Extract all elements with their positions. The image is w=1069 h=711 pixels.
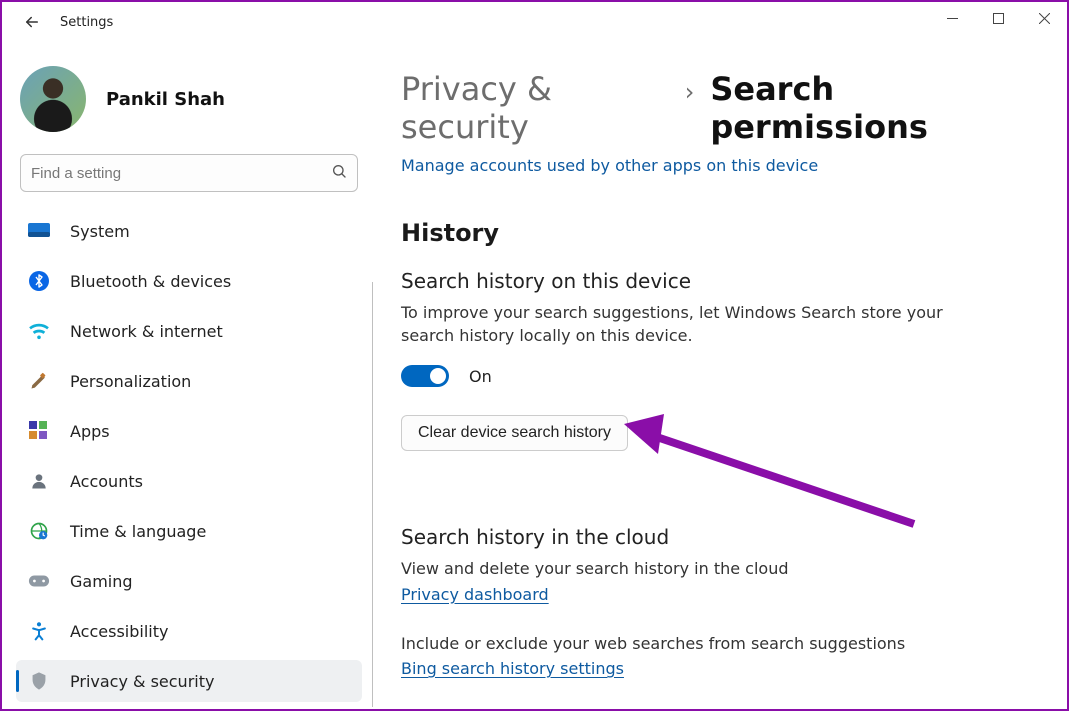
- sidebar-item-bluetooth[interactable]: Bluetooth & devices: [16, 260, 362, 302]
- user-name: Pankil Shah: [106, 89, 225, 110]
- system-icon: [28, 220, 50, 242]
- window-controls: [929, 2, 1067, 34]
- sidebar-item-time-language[interactable]: Time & language: [16, 510, 362, 552]
- sidebar-item-label: Network & internet: [70, 322, 223, 341]
- sidebar-item-label: Accounts: [70, 472, 143, 491]
- titlebar: Settings: [2, 2, 1067, 42]
- device-history-block: Search history on this device To improve…: [401, 269, 1037, 491]
- sidebar: Pankil Shah System Bluetooth & devices N…: [2, 42, 372, 709]
- avatar: [20, 66, 86, 132]
- apps-icon: [28, 420, 50, 442]
- clock-globe-icon: [28, 520, 50, 542]
- sidebar-item-accounts[interactable]: Accounts: [16, 460, 362, 502]
- sidebar-item-label: Apps: [70, 422, 110, 441]
- sidebar-item-accessibility[interactable]: Accessibility: [16, 610, 362, 652]
- wifi-icon: [28, 320, 50, 342]
- sidebar-item-label: Gaming: [70, 572, 133, 591]
- content-divider: [372, 282, 373, 707]
- shield-icon: [28, 670, 50, 692]
- bing-history-link[interactable]: Bing search history settings: [401, 659, 624, 678]
- close-button[interactable]: [1021, 2, 1067, 34]
- sidebar-item-privacy-security[interactable]: Privacy & security: [16, 660, 362, 702]
- clear-device-history-button[interactable]: Clear device search history: [401, 415, 628, 451]
- sidebar-item-label: Personalization: [70, 372, 191, 391]
- sidebar-item-system[interactable]: System: [16, 210, 362, 252]
- cloud-history-line1: View and delete your search history in t…: [401, 557, 961, 580]
- person-icon: [28, 470, 50, 492]
- app-title: Settings: [60, 15, 113, 30]
- sidebar-item-label: System: [70, 222, 130, 241]
- device-history-title: Search history on this device: [401, 269, 1037, 293]
- sidebar-item-personalization[interactable]: Personalization: [16, 360, 362, 402]
- sidebar-item-label: Bluetooth & devices: [70, 272, 231, 291]
- breadcrumb-parent[interactable]: Privacy & security: [401, 70, 669, 146]
- device-history-toggle[interactable]: [401, 365, 449, 387]
- bluetooth-icon: [28, 270, 50, 292]
- sidebar-item-label: Time & language: [70, 522, 206, 541]
- privacy-dashboard-link[interactable]: Privacy dashboard: [401, 585, 549, 604]
- back-button[interactable]: [20, 10, 44, 34]
- accessibility-icon: [28, 620, 50, 642]
- device-history-desc: To improve your search suggestions, let …: [401, 301, 961, 347]
- page-title: Search permissions: [710, 70, 1037, 146]
- maximize-button[interactable]: [975, 2, 1021, 34]
- sidebar-item-label: Privacy & security: [70, 672, 214, 691]
- chevron-right-icon: ›: [685, 78, 695, 106]
- history-heading: History: [401, 219, 1037, 247]
- sidebar-item-label: Accessibility: [70, 622, 168, 641]
- search-input[interactable]: [31, 165, 331, 182]
- nav-list: System Bluetooth & devices Network & int…: [16, 210, 362, 702]
- sidebar-item-apps[interactable]: Apps: [16, 410, 362, 452]
- gamepad-icon: [28, 570, 50, 592]
- user-profile[interactable]: Pankil Shah: [20, 66, 362, 132]
- manage-accounts-link[interactable]: Manage accounts used by other apps on th…: [401, 156, 818, 175]
- breadcrumb: Privacy & security › Search permissions: [401, 70, 1037, 146]
- minimize-button[interactable]: [929, 2, 975, 34]
- brush-icon: [28, 370, 50, 392]
- toggle-state-label: On: [469, 367, 492, 386]
- search-icon: [331, 163, 347, 183]
- sidebar-item-network[interactable]: Network & internet: [16, 310, 362, 352]
- sidebar-item-gaming[interactable]: Gaming: [16, 560, 362, 602]
- search-box[interactable]: [20, 154, 358, 192]
- main-content: Privacy & security › Search permissions …: [372, 42, 1067, 709]
- cloud-history-line2: Include or exclude your web searches fro…: [401, 632, 961, 655]
- cloud-history-block: Search history in the cloud View and del…: [401, 525, 1037, 677]
- cloud-history-title: Search history in the cloud: [401, 525, 1037, 549]
